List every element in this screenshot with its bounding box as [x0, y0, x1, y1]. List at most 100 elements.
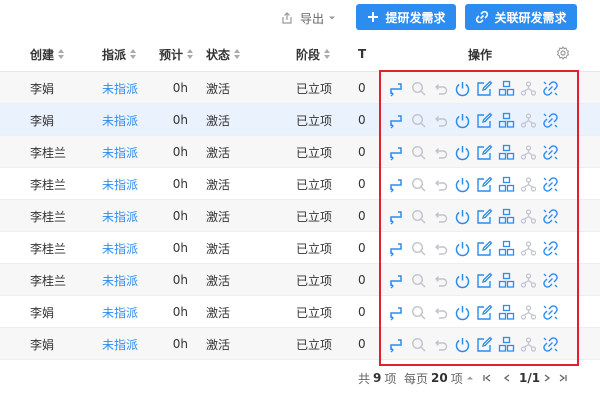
gear-icon[interactable]	[556, 46, 570, 60]
table-row[interactable]: 李娟 未指派 0h 激活 已立项 0	[0, 296, 600, 328]
split-icon[interactable]	[498, 304, 515, 321]
edit-icon[interactable]	[476, 208, 493, 225]
split-icon[interactable]	[498, 112, 515, 129]
link-requirement-button[interactable]: 关联研发需求	[465, 4, 577, 30]
prev-page-button[interactable]	[502, 366, 512, 390]
power-icon[interactable]	[454, 176, 471, 193]
undo-icon[interactable]	[432, 272, 449, 289]
cell-assign[interactable]: 未指派	[102, 232, 138, 264]
column-header-t[interactable]: T	[358, 36, 366, 72]
undo-icon[interactable]	[432, 304, 449, 321]
search-icon[interactable]	[410, 272, 427, 289]
branch-icon[interactable]	[520, 304, 537, 321]
cell-assign[interactable]: 未指派	[102, 136, 138, 168]
undo-icon[interactable]	[432, 144, 449, 161]
power-icon[interactable]	[454, 144, 471, 161]
edit-icon[interactable]	[476, 304, 493, 321]
search-icon[interactable]	[410, 208, 427, 225]
change-icon[interactable]	[388, 80, 405, 97]
table-row[interactable]: 李娟 未指派 0h 激活 已立项 0	[0, 328, 600, 360]
column-header-status[interactable]: 状态	[206, 36, 241, 72]
change-icon[interactable]	[388, 304, 405, 321]
unlink-icon[interactable]	[542, 176, 559, 193]
split-icon[interactable]	[498, 208, 515, 225]
undo-icon[interactable]	[432, 80, 449, 97]
unlink-icon[interactable]	[542, 112, 559, 129]
power-icon[interactable]	[454, 80, 471, 97]
first-page-button[interactable]	[482, 366, 492, 390]
search-icon[interactable]	[410, 240, 427, 257]
search-icon[interactable]	[410, 336, 427, 353]
search-icon[interactable]	[410, 144, 427, 161]
split-icon[interactable]	[498, 272, 515, 289]
power-icon[interactable]	[454, 304, 471, 321]
unlink-icon[interactable]	[542, 272, 559, 289]
undo-icon[interactable]	[432, 176, 449, 193]
split-icon[interactable]	[498, 240, 515, 257]
branch-icon[interactable]	[520, 144, 537, 161]
create-requirement-button[interactable]: 提研发需求	[356, 4, 456, 30]
table-row[interactable]: 李娟 未指派 0h 激活 已立项 0	[0, 104, 600, 136]
cell-assign[interactable]: 未指派	[102, 264, 138, 296]
branch-icon[interactable]	[520, 272, 537, 289]
branch-icon[interactable]	[520, 240, 537, 257]
edit-icon[interactable]	[476, 176, 493, 193]
table-row[interactable]: 李桂兰 未指派 0h 激活 已立项 0	[0, 136, 600, 168]
cell-assign[interactable]: 未指派	[102, 296, 138, 328]
split-icon[interactable]	[498, 176, 515, 193]
change-icon[interactable]	[388, 144, 405, 161]
edit-icon[interactable]	[476, 336, 493, 353]
power-icon[interactable]	[454, 208, 471, 225]
edit-icon[interactable]	[476, 144, 493, 161]
undo-icon[interactable]	[432, 336, 449, 353]
last-page-button[interactable]	[558, 366, 568, 390]
undo-icon[interactable]	[432, 208, 449, 225]
branch-icon[interactable]	[520, 80, 537, 97]
cell-assign[interactable]: 未指派	[102, 328, 138, 360]
column-header-creator[interactable]: 创建	[30, 36, 65, 72]
cell-assign[interactable]: 未指派	[102, 168, 138, 200]
edit-icon[interactable]	[476, 112, 493, 129]
branch-icon[interactable]	[520, 208, 537, 225]
undo-icon[interactable]	[432, 112, 449, 129]
unlink-icon[interactable]	[542, 304, 559, 321]
cell-assign[interactable]: 未指派	[102, 104, 138, 136]
edit-icon[interactable]	[476, 80, 493, 97]
search-icon[interactable]	[410, 176, 427, 193]
table-row[interactable]: 李娟 未指派 0h 激活 已立项 0	[0, 72, 600, 104]
unlink-icon[interactable]	[542, 80, 559, 97]
search-icon[interactable]	[410, 112, 427, 129]
change-icon[interactable]	[388, 272, 405, 289]
column-header-estimate[interactable]: 预计	[159, 36, 194, 72]
power-icon[interactable]	[454, 272, 471, 289]
export-button[interactable]: 导出	[280, 8, 336, 28]
cell-assign[interactable]: 未指派	[102, 72, 138, 104]
page-size-select[interactable]: 每页 20 项	[404, 366, 474, 390]
change-icon[interactable]	[388, 336, 405, 353]
split-icon[interactable]	[498, 80, 515, 97]
table-row[interactable]: 李桂兰 未指派 0h 激活 已立项 0	[0, 264, 600, 296]
change-icon[interactable]	[388, 112, 405, 129]
change-icon[interactable]	[388, 240, 405, 257]
edit-icon[interactable]	[476, 272, 493, 289]
power-icon[interactable]	[454, 336, 471, 353]
column-header-stage[interactable]: 阶段	[296, 36, 331, 72]
unlink-icon[interactable]	[542, 336, 559, 353]
branch-icon[interactable]	[520, 336, 537, 353]
undo-icon[interactable]	[432, 240, 449, 257]
column-header-assign[interactable]: 指派	[102, 36, 137, 72]
search-icon[interactable]	[410, 304, 427, 321]
unlink-icon[interactable]	[542, 208, 559, 225]
branch-icon[interactable]	[520, 112, 537, 129]
unlink-icon[interactable]	[542, 144, 559, 161]
change-icon[interactable]	[388, 208, 405, 225]
cell-assign[interactable]: 未指派	[102, 200, 138, 232]
table-row[interactable]: 李桂兰 未指派 0h 激活 已立项 0	[0, 168, 600, 200]
table-row[interactable]: 李桂兰 未指派 0h 激活 已立项 0	[0, 200, 600, 232]
power-icon[interactable]	[454, 240, 471, 257]
table-row[interactable]: 李桂兰 未指派 0h 激活 已立项 0	[0, 232, 600, 264]
split-icon[interactable]	[498, 144, 515, 161]
unlink-icon[interactable]	[542, 240, 559, 257]
power-icon[interactable]	[454, 112, 471, 129]
edit-icon[interactable]	[476, 240, 493, 257]
